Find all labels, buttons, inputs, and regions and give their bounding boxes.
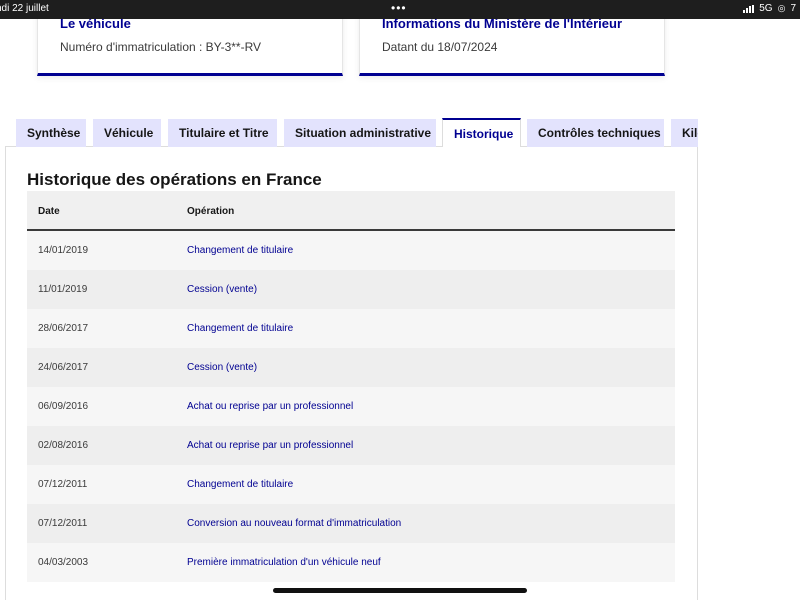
tab-synthese[interactable]: Synthèse (16, 119, 86, 147)
registration-number: Numéro d'immatriculation : BY-3**-RV (60, 40, 262, 54)
row-date: 02/08/2016 (38, 440, 89, 451)
network-label: 5G (759, 3, 773, 14)
row-date: 11/01/2019 (38, 284, 88, 295)
column-header-operation: Opération (187, 206, 235, 217)
row-operation: Changement de titulaire (187, 323, 294, 334)
row-date: 06/09/2016 (38, 401, 89, 412)
row-date: 14/01/2019 (38, 245, 89, 256)
row-date: 04/03/2003 (38, 557, 89, 568)
row-date: 07/12/2011 (38, 479, 88, 490)
table-row: 28/06/2017 Changement de titulaire (27, 309, 675, 348)
table-row: 04/03/2003 Première immatriculation d'un… (27, 543, 675, 582)
row-operation: Cession (vente) (187, 362, 258, 373)
row-operation: Achat ou reprise par un professionnel (187, 401, 354, 412)
table-row: 06/09/2016 Achat ou reprise par un profe… (27, 387, 675, 426)
signal-icon (743, 4, 755, 13)
tab-bar: Synthèse Véhicule Titulaire et Titre Sit… (0, 118, 698, 147)
tab-titulaire-titre[interactable]: Titulaire et Titre (168, 119, 277, 147)
tab-kilometrage[interactable]: Kilo (671, 119, 698, 147)
history-title: Historique des opérations en France (27, 170, 322, 189)
battery-label: 7 (790, 3, 796, 14)
home-indicator[interactable] (273, 588, 527, 593)
row-operation: Changement de titulaire (187, 479, 294, 490)
table-row: 07/12/2011 Changement de titulaire (27, 465, 675, 504)
table-row: 02/08/2016 Achat ou reprise par un profe… (27, 426, 675, 465)
tab-situation-administrative[interactable]: Situation administrative (284, 119, 436, 147)
row-date: 28/06/2017 (38, 323, 89, 334)
table-row: 24/06/2017 Cession (vente) (27, 348, 675, 387)
tab-controles-techniques[interactable]: Contrôles techniques (527, 119, 664, 147)
tab-historique[interactable]: Historique (442, 118, 521, 147)
status-indicators: 5G ◎ 7 (743, 3, 796, 14)
row-date: 07/12/2011 (38, 518, 88, 529)
row-operation: Première immatriculation d'un véhicule n… (187, 557, 381, 568)
rotation-lock-icon: ◎ (777, 3, 786, 13)
row-operation: Changement de titulaire (187, 245, 294, 256)
table-row: 07/12/2011 Conversion au nouveau format … (27, 504, 675, 543)
tab-vehicule[interactable]: Véhicule (93, 119, 161, 147)
status-date: ndi 22 juillet (0, 3, 49, 14)
table-row: 11/01/2019 Cession (vente) (27, 270, 675, 309)
status-bar: ndi 22 juillet ••• 5G ◎ 7 (0, 0, 800, 19)
data-date: Datant du 18/07/2024 (382, 40, 498, 54)
row-operation: Conversion au nouveau format d'immatricu… (187, 518, 402, 529)
table-header: Date Opération (27, 191, 675, 231)
table-row: 14/01/2019 Changement de titulaire (27, 231, 675, 270)
history-table: Date Opération 14/01/2019 Changement de … (27, 191, 675, 582)
more-dots-icon[interactable]: ••• (391, 1, 407, 15)
row-operation: Cession (vente) (187, 284, 258, 295)
column-header-date: Date (38, 206, 60, 217)
row-date: 24/06/2017 (38, 362, 89, 373)
row-operation: Achat ou reprise par un professionnel (187, 440, 354, 451)
